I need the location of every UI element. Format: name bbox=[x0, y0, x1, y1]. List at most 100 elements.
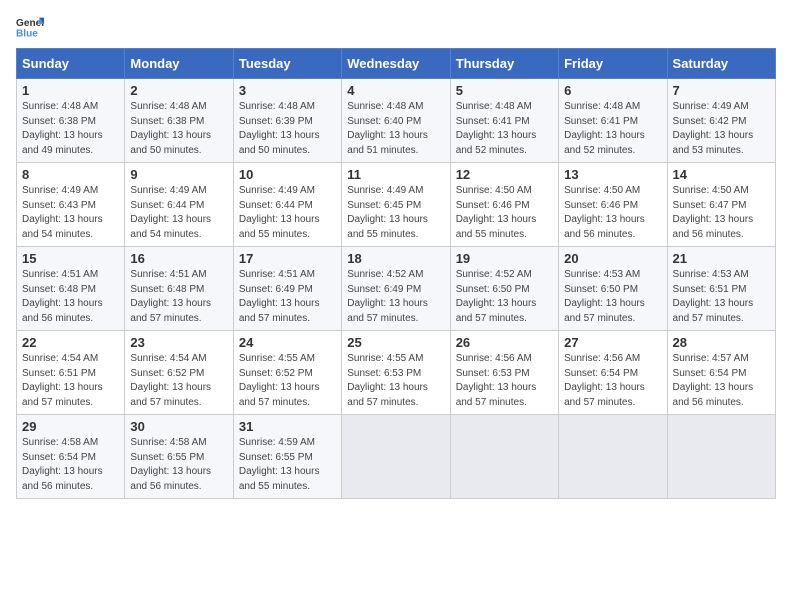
col-header-sunday: Sunday bbox=[17, 49, 125, 79]
calendar-cell bbox=[559, 415, 667, 499]
day-number: 31 bbox=[239, 419, 336, 434]
calendar-cell: 31 Sunrise: 4:59 AM Sunset: 6:55 PM Dayli… bbox=[233, 415, 341, 499]
day-number: 30 bbox=[130, 419, 227, 434]
calendar-cell bbox=[667, 415, 775, 499]
day-number: 15 bbox=[22, 251, 119, 266]
week-row-4: 22 Sunrise: 4:54 AM Sunset: 6:51 PM Dayli… bbox=[17, 331, 776, 415]
calendar-cell: 24Sunrise: 4:55 AM Sunset: 6:52 PM Dayli… bbox=[233, 331, 341, 415]
calendar-cell: 30 Sunrise: 4:58 AM Sunset: 6:55 PM Dayli… bbox=[125, 415, 233, 499]
day-number: 19 bbox=[456, 251, 553, 266]
day-info: Sunrise: 4:48 AM Sunset: 6:39 PM Dayligh… bbox=[239, 100, 336, 158]
calendar-cell: 23Sunrise: 4:54 AM Sunset: 6:52 PM Dayli… bbox=[125, 331, 233, 415]
day-info: Sunrise: 4:54 AM Sunset: 6:52 PM Dayligh… bbox=[130, 352, 227, 410]
day-info: Sunrise: 4:52 AM Sunset: 6:49 PM Dayligh… bbox=[347, 268, 444, 326]
logo: General Blue bbox=[16, 16, 48, 38]
week-row-3: 15 Sunrise: 4:51 AM Sunset: 6:48 PM Dayli… bbox=[17, 247, 776, 331]
day-number: 1 bbox=[22, 83, 119, 98]
col-header-tuesday: Tuesday bbox=[233, 49, 341, 79]
calendar-cell: 25 Sunrise: 4:55 AM Sunset: 6:53 PM Dayli… bbox=[342, 331, 450, 415]
day-info: Sunrise: 4:50 AM Sunset: 6:46 PM Dayligh… bbox=[564, 184, 661, 242]
day-info: Sunrise: 4:51 AM Sunset: 6:48 PM Dayligh… bbox=[130, 268, 227, 326]
day-number: 10 bbox=[239, 167, 336, 182]
calendar-cell: 22 Sunrise: 4:54 AM Sunset: 6:51 PM Dayli… bbox=[17, 331, 125, 415]
day-number: 14 bbox=[673, 167, 770, 182]
day-number: 4 bbox=[347, 83, 444, 98]
svg-text:Blue: Blue bbox=[16, 28, 38, 38]
calendar-cell: 26Sunrise: 4:56 AM Sunset: 6:53 PM Dayli… bbox=[450, 331, 558, 415]
calendar-cell: 11 Sunrise: 4:49 AM Sunset: 6:45 PM Dayli… bbox=[342, 163, 450, 247]
day-info: Sunrise: 4:52 AM Sunset: 6:50 PM Dayligh… bbox=[456, 268, 553, 326]
calendar-cell: 8 Sunrise: 4:49 AM Sunset: 6:43 PM Daylig… bbox=[17, 163, 125, 247]
calendar-cell bbox=[342, 415, 450, 499]
day-info: Sunrise: 4:51 AM Sunset: 6:49 PM Dayligh… bbox=[239, 268, 336, 326]
day-info: Sunrise: 4:48 AM Sunset: 6:40 PM Dayligh… bbox=[347, 100, 444, 158]
calendar-cell: 20 Sunrise: 4:53 AM Sunset: 6:50 PM Dayli… bbox=[559, 247, 667, 331]
day-number: 24 bbox=[239, 335, 336, 350]
week-row-2: 8 Sunrise: 4:49 AM Sunset: 6:43 PM Daylig… bbox=[17, 163, 776, 247]
day-number: 28 bbox=[673, 335, 770, 350]
day-number: 29 bbox=[22, 419, 119, 434]
calendar-cell: 27 Sunrise: 4:56 AM Sunset: 6:54 PM Dayli… bbox=[559, 331, 667, 415]
calendar-cell: 18Sunrise: 4:52 AM Sunset: 6:49 PM Dayli… bbox=[342, 247, 450, 331]
day-number: 13 bbox=[564, 167, 661, 182]
col-header-saturday: Saturday bbox=[667, 49, 775, 79]
day-info: Sunrise: 4:49 AM Sunset: 6:45 PM Dayligh… bbox=[347, 184, 444, 242]
header-row: SundayMondayTuesdayWednesdayThursdayFrid… bbox=[17, 49, 776, 79]
day-number: 25 bbox=[347, 335, 444, 350]
calendar-cell: 28 Sunrise: 4:57 AM Sunset: 6:54 PM Dayli… bbox=[667, 331, 775, 415]
day-info: Sunrise: 4:59 AM Sunset: 6:55 PM Dayligh… bbox=[239, 436, 336, 494]
day-info: Sunrise: 4:49 AM Sunset: 6:43 PM Dayligh… bbox=[22, 184, 119, 242]
day-info: Sunrise: 4:58 AM Sunset: 6:54 PM Dayligh… bbox=[22, 436, 119, 494]
day-number: 16 bbox=[130, 251, 227, 266]
calendar-cell: 9Sunrise: 4:49 AM Sunset: 6:44 PM Daylig… bbox=[125, 163, 233, 247]
calendar-cell: 21Sunrise: 4:53 AM Sunset: 6:51 PM Dayli… bbox=[667, 247, 775, 331]
calendar-cell: 3Sunrise: 4:48 AM Sunset: 6:39 PM Daylig… bbox=[233, 79, 341, 163]
calendar-cell: 6Sunrise: 4:48 AM Sunset: 6:41 PM Daylig… bbox=[559, 79, 667, 163]
logo-icon: General Blue bbox=[16, 16, 44, 38]
calendar-cell bbox=[450, 415, 558, 499]
day-info: Sunrise: 4:53 AM Sunset: 6:50 PM Dayligh… bbox=[564, 268, 661, 326]
calendar-cell: 5Sunrise: 4:48 AM Sunset: 6:41 PM Daylig… bbox=[450, 79, 558, 163]
day-info: Sunrise: 4:49 AM Sunset: 6:44 PM Dayligh… bbox=[130, 184, 227, 242]
calendar-cell: 16 Sunrise: 4:51 AM Sunset: 6:48 PM Dayli… bbox=[125, 247, 233, 331]
calendar-cell: 13 Sunrise: 4:50 AM Sunset: 6:46 PM Dayli… bbox=[559, 163, 667, 247]
day-number: 5 bbox=[456, 83, 553, 98]
day-info: Sunrise: 4:49 AM Sunset: 6:44 PM Dayligh… bbox=[239, 184, 336, 242]
col-header-monday: Monday bbox=[125, 49, 233, 79]
day-number: 27 bbox=[564, 335, 661, 350]
day-info: Sunrise: 4:48 AM Sunset: 6:38 PM Dayligh… bbox=[130, 100, 227, 158]
col-header-wednesday: Wednesday bbox=[342, 49, 450, 79]
day-number: 11 bbox=[347, 167, 444, 182]
day-number: 7 bbox=[673, 83, 770, 98]
calendar-cell: 2 Sunrise: 4:48 AM Sunset: 6:38 PM Daylig… bbox=[125, 79, 233, 163]
day-number: 22 bbox=[22, 335, 119, 350]
calendar-cell: 4 Sunrise: 4:48 AM Sunset: 6:40 PM Daylig… bbox=[342, 79, 450, 163]
calendar-header: SundayMondayTuesdayWednesdayThursdayFrid… bbox=[17, 49, 776, 79]
week-row-5: 29 Sunrise: 4:58 AM Sunset: 6:54 PM Dayli… bbox=[17, 415, 776, 499]
day-info: Sunrise: 4:48 AM Sunset: 6:38 PM Dayligh… bbox=[22, 100, 119, 158]
col-header-thursday: Thursday bbox=[450, 49, 558, 79]
calendar-cell: 15 Sunrise: 4:51 AM Sunset: 6:48 PM Dayli… bbox=[17, 247, 125, 331]
day-number: 26 bbox=[456, 335, 553, 350]
calendar-cell: 17 Sunrise: 4:51 AM Sunset: 6:49 PM Dayli… bbox=[233, 247, 341, 331]
calendar-cell: 19 Sunrise: 4:52 AM Sunset: 6:50 PM Dayli… bbox=[450, 247, 558, 331]
day-info: Sunrise: 4:56 AM Sunset: 6:54 PM Dayligh… bbox=[564, 352, 661, 410]
day-info: Sunrise: 4:53 AM Sunset: 6:51 PM Dayligh… bbox=[673, 268, 770, 326]
day-info: Sunrise: 4:51 AM Sunset: 6:48 PM Dayligh… bbox=[22, 268, 119, 326]
day-info: Sunrise: 4:58 AM Sunset: 6:55 PM Dayligh… bbox=[130, 436, 227, 494]
day-number: 12 bbox=[456, 167, 553, 182]
calendar-cell: 7 Sunrise: 4:49 AM Sunset: 6:42 PM Daylig… bbox=[667, 79, 775, 163]
day-info: Sunrise: 4:57 AM Sunset: 6:54 PM Dayligh… bbox=[673, 352, 770, 410]
calendar-cell: 12Sunrise: 4:50 AM Sunset: 6:46 PM Dayli… bbox=[450, 163, 558, 247]
calendar-cell: 10 Sunrise: 4:49 AM Sunset: 6:44 PM Dayli… bbox=[233, 163, 341, 247]
day-number: 17 bbox=[239, 251, 336, 266]
day-number: 2 bbox=[130, 83, 227, 98]
day-info: Sunrise: 4:50 AM Sunset: 6:47 PM Dayligh… bbox=[673, 184, 770, 242]
calendar-body: 1 Sunrise: 4:48 AM Sunset: 6:38 PM Daylig… bbox=[17, 79, 776, 499]
day-number: 20 bbox=[564, 251, 661, 266]
day-info: Sunrise: 4:49 AM Sunset: 6:42 PM Dayligh… bbox=[673, 100, 770, 158]
calendar-cell: 14 Sunrise: 4:50 AM Sunset: 6:47 PM Dayli… bbox=[667, 163, 775, 247]
day-number: 8 bbox=[22, 167, 119, 182]
day-info: Sunrise: 4:54 AM Sunset: 6:51 PM Dayligh… bbox=[22, 352, 119, 410]
day-info: Sunrise: 4:55 AM Sunset: 6:53 PM Dayligh… bbox=[347, 352, 444, 410]
